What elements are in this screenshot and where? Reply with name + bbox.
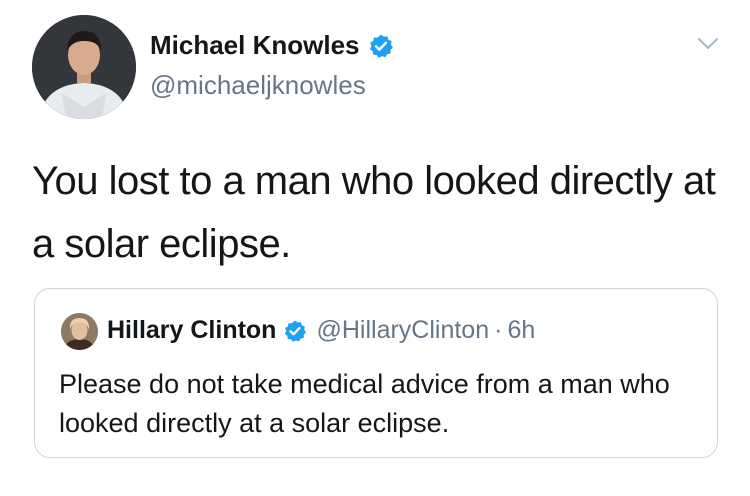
quoted-author-name[interactable]: Hillary Clinton [107,316,276,345]
separator-dot: · [494,316,503,344]
quoted-tweet-text: Please do not take medical advice from a… [59,369,670,438]
author-avatar-image [32,15,136,119]
quoted-author-handle[interactable]: @HillaryClinton [316,316,489,345]
author-display-name[interactable]: Michael Knowles [150,30,360,61]
author-name-row: Michael Knowles [150,30,394,61]
tweet: Michael Knowles @michaeljknowles You los… [0,0,750,496]
verified-badge-icon [285,320,307,342]
quoted-tweet-card[interactable]: Hillary Clinton @HillaryClinton · 6h Ple… [34,288,718,458]
author-handle[interactable]: @michaeljknowles [150,70,366,101]
quoted-author-avatar [61,313,98,350]
tweet-text: You lost to a man who looked directly at… [32,159,716,266]
quoted-author-avatar-image [61,313,98,350]
chevron-down-icon[interactable] [697,37,719,51]
quoted-tweet-timestamp[interactable]: 6h [507,316,535,345]
verified-badge-icon [369,34,393,58]
quoted-tweet-header: Hillary Clinton @HillaryClinton · 6h [107,316,535,345]
author-avatar[interactable] [32,15,136,119]
